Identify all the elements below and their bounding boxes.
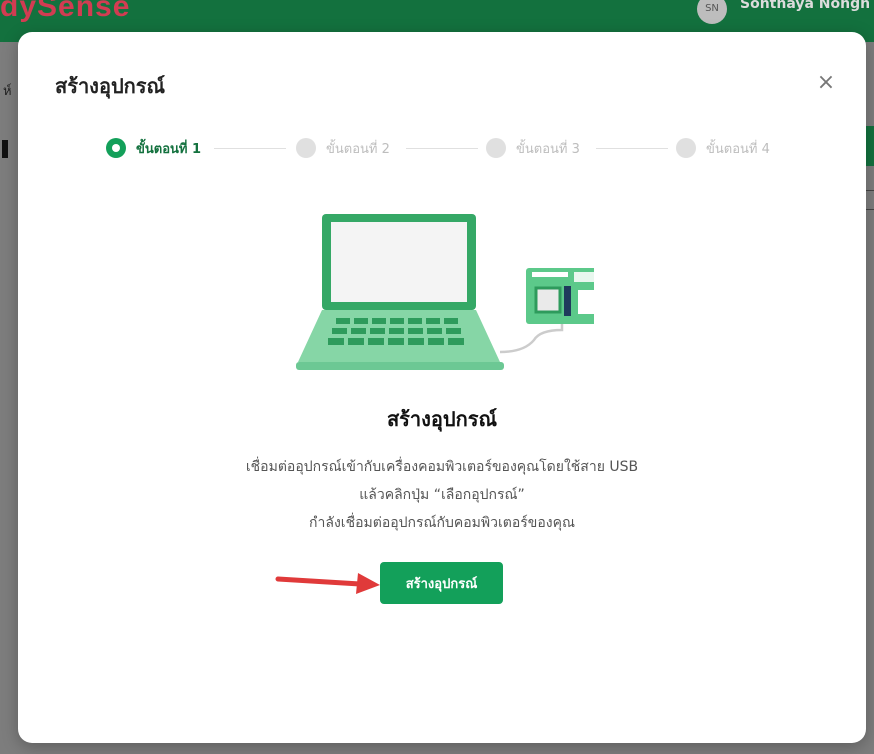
laptop-screen xyxy=(331,222,467,302)
step-label: ขั้นตอนที่ 2 xyxy=(326,141,390,157)
create-device-modal: สร้างอุปกรณ์ × ขั้นตอนที่ 1 ขั้นตอนที่ 2… xyxy=(18,32,866,743)
step-1: ขั้นตอนที่ 1 xyxy=(106,136,201,160)
board-module xyxy=(534,286,562,314)
step-label: ขั้นตอนที่ 1 xyxy=(136,141,202,157)
description-line: กำลังเชื่อมต่ออุปกรณ์กับคอมพิวเตอร์ของคุ… xyxy=(309,515,575,531)
step-active-icon xyxy=(106,138,126,158)
laptop-with-board-illustration xyxy=(296,214,594,370)
content-title: สร้างอุปกรณ์ xyxy=(386,407,498,431)
board-ic xyxy=(564,286,571,316)
description-line: เชื่อมต่ออุปกรณ์เข้ากับเครื่องคอมพิวเตอร… xyxy=(245,459,639,475)
create-device-button[interactable]: สร้างอุปกรณ์ xyxy=(380,562,503,604)
laptop-base xyxy=(298,310,500,362)
step-connector xyxy=(214,148,286,149)
laptop-front xyxy=(296,362,504,370)
step-inactive-icon xyxy=(676,138,696,158)
board-chip xyxy=(574,272,594,282)
step-inactive-icon xyxy=(296,138,316,158)
app-brand-logo: dySense xyxy=(0,0,131,23)
red-arrow-icon xyxy=(275,573,380,594)
usb-cable xyxy=(499,322,564,354)
background-heading-fragment xyxy=(2,140,8,158)
step-inactive-icon xyxy=(486,138,506,158)
step-4: ขั้นตอนที่ 4 xyxy=(676,136,770,160)
board-connector xyxy=(578,290,594,314)
step-2: ขั้นตอนที่ 2 xyxy=(296,136,390,160)
step-label: ขั้นตอนที่ 4 xyxy=(706,141,770,157)
description-line: แล้วคลิกปุ่ม “เลือกอุปกรณ์” xyxy=(359,487,525,503)
modal-title: สร้างอุปกรณ์ xyxy=(55,74,166,98)
step-3: ขั้นตอนที่ 3 xyxy=(486,136,580,160)
step-label: ขั้นตอนที่ 3 xyxy=(516,141,580,157)
step-connector xyxy=(406,148,478,149)
close-icon[interactable]: × xyxy=(815,72,837,94)
user-name[interactable]: Sonthaya Nongn xyxy=(740,0,870,12)
board-pin-header xyxy=(532,272,568,277)
avatar[interactable]: SN xyxy=(697,0,727,24)
step-connector xyxy=(596,148,668,149)
background-text-fragment: ห์ xyxy=(3,84,12,99)
